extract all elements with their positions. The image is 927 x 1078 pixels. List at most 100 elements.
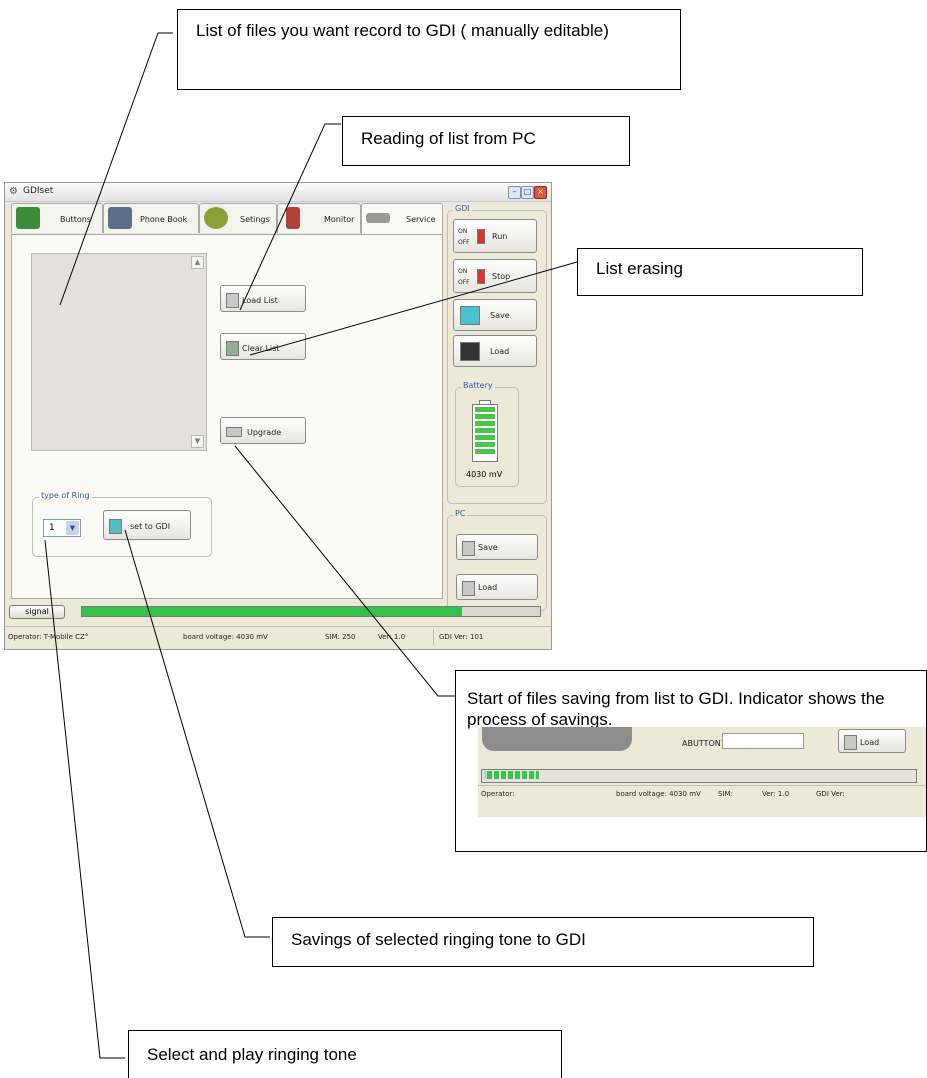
battery-cell: [475, 414, 495, 419]
close-button[interactable]: ×: [534, 186, 547, 199]
on-label: ON: [458, 228, 468, 235]
inset-status-bar: Operator: board voltage: 4030 mV SIM: Ve…: [478, 785, 926, 802]
battery-cell: [475, 407, 495, 412]
ring-type-value: 1: [49, 523, 55, 533]
battery-voltage: 4030 mV: [466, 470, 503, 479]
load-list-button[interactable]: Load List: [220, 285, 306, 312]
button-label: Run: [492, 232, 508, 241]
progress-bar: [81, 606, 541, 617]
tab-label: Service: [406, 215, 436, 224]
battery-cell: [475, 449, 495, 454]
scroll-down-icon[interactable]: ▼: [191, 435, 204, 448]
button-label: Load List: [242, 296, 278, 305]
disk-icon: [462, 541, 475, 556]
monitor-icon: [286, 207, 300, 229]
inset-load-button[interactable]: Load: [838, 729, 906, 753]
battery-group: Battery 4030 mV: [455, 381, 519, 487]
battery-cell: [475, 428, 495, 433]
gdi-group: GDI ON OFF Run ON OFF Stop Save Load Batte…: [447, 204, 547, 504]
ring-type-select[interactable]: 1 ▼: [43, 519, 81, 537]
disk-icon: [462, 581, 475, 596]
settings-icon: [204, 207, 228, 229]
set-to-gdi-button[interactable]: set to GDI: [103, 510, 191, 540]
title-bar: ⚙ GDIset – □ ×: [5, 183, 551, 202]
button-label: Load: [490, 347, 510, 356]
tab-settings[interactable]: Setings: [199, 203, 277, 233]
tab-label: Phone Book: [140, 215, 188, 224]
upgrade-button[interactable]: Upgrade: [220, 417, 306, 444]
pc-save-button[interactable]: Save: [456, 534, 538, 560]
sim-status: SIM:: [718, 790, 733, 798]
switch-off-icon: [477, 269, 485, 284]
chevron-down-icon[interactable]: ▼: [66, 521, 79, 535]
on-off-label: ON OFF: [458, 226, 470, 248]
gdi-ver-status: GDI Ver:: [816, 790, 845, 798]
off-label: OFF: [458, 279, 470, 286]
service-panel: ▲ ▼ Load List Clear List Upgrade type of…: [11, 234, 443, 599]
switch-on-icon: [477, 229, 485, 244]
callout-reading-list: Reading of list from PC: [342, 116, 630, 166]
button-label: Upgrade: [247, 428, 282, 437]
app-icon: ⚙: [9, 186, 18, 197]
callout-list-erasing: List erasing: [577, 248, 863, 296]
pc-group: PC Save Load: [447, 509, 547, 611]
tab-service[interactable]: Service: [361, 203, 443, 236]
gdi-ver-status: GDI Ver: 101: [439, 633, 484, 641]
save-to-device-icon: [460, 306, 480, 325]
gdiset-window: ⚙ GDIset – □ × Buttons Phone Book Seting…: [4, 182, 552, 650]
pc-load-button[interactable]: Load: [456, 574, 538, 600]
battery-cell: [475, 421, 495, 426]
window-title: GDIset: [23, 186, 54, 196]
button-label: set to GDI: [130, 522, 171, 531]
minimize-button[interactable]: –: [508, 186, 521, 199]
tab-buttons[interactable]: Buttons: [11, 203, 103, 233]
progress-inset: Start of files saving from list to GDI. …: [455, 670, 927, 852]
status-divider: [433, 629, 434, 645]
buttons-icon: [16, 207, 40, 229]
maximize-button[interactable]: □: [521, 186, 534, 199]
battery-cell: [475, 442, 495, 447]
signal-button[interactable]: signal: [9, 605, 65, 619]
saving-progress-bar: [481, 769, 917, 783]
button-label: Clear List: [242, 344, 280, 353]
abutton-input[interactable]: [722, 733, 804, 749]
board-voltage-status: board voltage: 4030 mV: [616, 790, 701, 798]
ver-status: Ver: 1.0: [378, 633, 406, 641]
gdi-save-button[interactable]: Save: [453, 299, 537, 331]
trash-icon: [226, 341, 239, 356]
disk-icon: [844, 735, 857, 750]
tab-strip: Buttons Phone Book Setings Monitor Servi…: [11, 203, 443, 236]
clear-list-button[interactable]: Clear List: [220, 333, 306, 360]
stop-button[interactable]: ON OFF Stop: [453, 259, 537, 293]
ver-status: Ver: 1.0: [762, 790, 790, 798]
status-area: signal Operator: T-Mobile CZ° board volt…: [5, 601, 551, 649]
device-icon: [109, 519, 122, 534]
tab-phone-book[interactable]: Phone Book: [103, 203, 199, 233]
run-button[interactable]: ON OFF Run: [453, 219, 537, 253]
scroll-up-icon[interactable]: ▲: [191, 256, 204, 269]
on-label: ON: [458, 268, 468, 275]
gdi-load-button[interactable]: Load: [453, 335, 537, 367]
operator-status: Operator: T-Mobile CZ°: [8, 633, 89, 641]
tab-label: Setings: [240, 215, 270, 224]
gdi-group-title: GDI: [453, 204, 472, 213]
list-icon: [226, 293, 239, 308]
chip-icon: [226, 427, 242, 437]
battery-cell: [475, 435, 495, 440]
tab-monitor[interactable]: Monitor: [277, 203, 361, 233]
callout-save-ring: Savings of selected ringing tone to GDI: [272, 917, 814, 967]
inset-screenshot: ABUTTON7 Load Operator: board voltage: 4…: [478, 727, 926, 817]
chip-icon: [366, 213, 390, 223]
board-voltage-status: board voltage: 4030 mV: [183, 633, 268, 641]
file-list[interactable]: ▲ ▼: [31, 253, 207, 451]
button-label: Load: [860, 738, 880, 747]
callout-select-ring: Select and play ringing tone: [128, 1030, 562, 1078]
button-label: Load: [478, 583, 498, 592]
load-from-device-icon: [460, 342, 480, 361]
battery-icon: [472, 404, 498, 462]
ring-group-title: type of Ring: [39, 491, 92, 500]
callout-start-saving: Start of files saving from list to GDI. …: [467, 689, 885, 729]
status-bar: Operator: T-Mobile CZ° board voltage: 40…: [5, 626, 551, 647]
tab-label: Buttons: [60, 215, 91, 224]
on-off-label: ON OFF: [458, 266, 470, 288]
